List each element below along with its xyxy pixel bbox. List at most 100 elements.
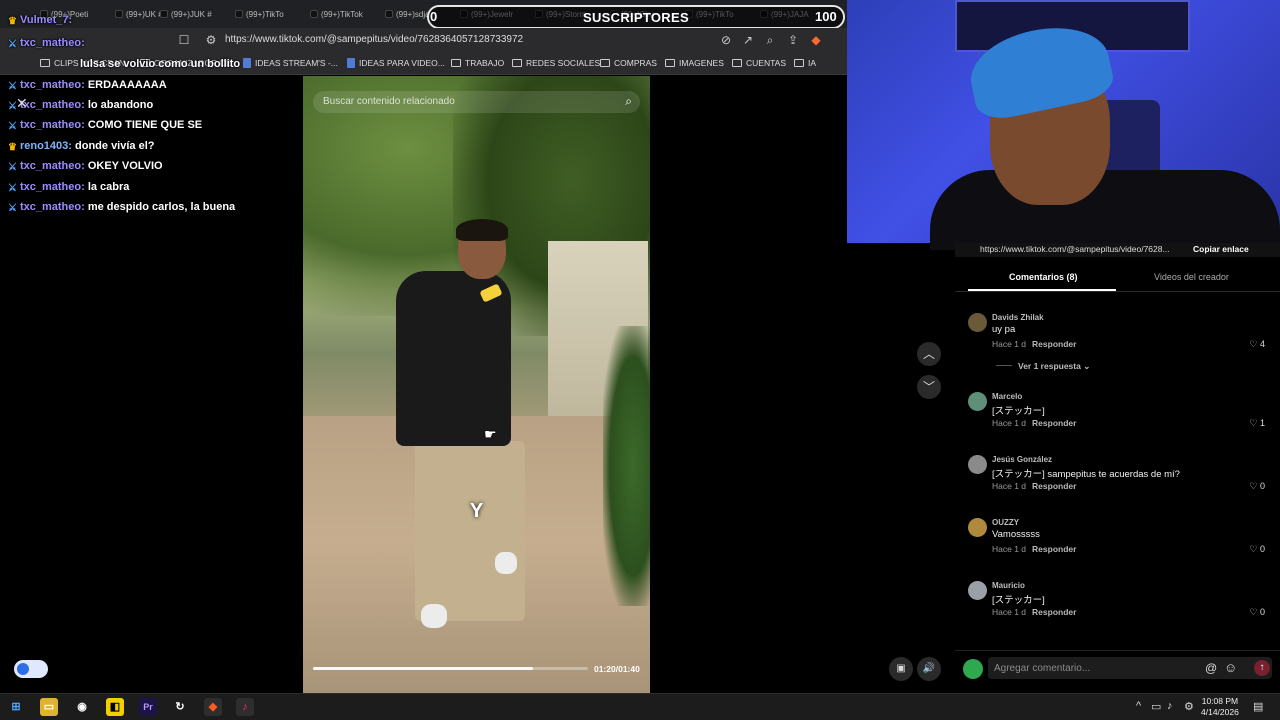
comment-author[interactable]: OUZZY xyxy=(992,518,1019,527)
comment-text: Vamosssss xyxy=(992,529,1040,540)
reply-button[interactable]: Responder xyxy=(1032,481,1076,491)
bookmark-label: IDEAS PARA VIDEO... xyxy=(359,58,445,68)
sub-goal-title: SUSCRIPTORES xyxy=(583,10,689,25)
like-button[interactable]: ♡ 0 xyxy=(1249,544,1265,555)
avatar[interactable] xyxy=(968,455,987,474)
like-button[interactable]: ♡ 0 xyxy=(1249,607,1265,618)
chat-message: ⚔ txc_matheo: OKEY VOLVIO xyxy=(8,160,163,173)
comment-time: Hace 1 d xyxy=(992,607,1027,617)
comment-author[interactable]: Marcelo xyxy=(992,392,1022,401)
browser-tab[interactable]: (99+)JUK # xyxy=(160,6,212,22)
like-button[interactable]: ♡ 4 xyxy=(1249,339,1265,350)
comment-item: Jesús González [ステッカー] sampepitus te acue… xyxy=(968,455,1268,495)
video-player[interactable] xyxy=(303,76,650,693)
tab-comments[interactable]: Comentarios (8) xyxy=(1009,272,1078,282)
bookmark-item[interactable]: IDEAS STREAM'S -... xyxy=(243,58,338,68)
emoji-icon[interactable]: ☺ xyxy=(1224,660,1237,675)
bookmark-label: REDES SOCIALES xyxy=(526,58,601,68)
comment-meta: Hace 1 d Responder xyxy=(992,607,1076,617)
avatar[interactable] xyxy=(968,581,987,600)
url-text[interactable]: https://www.tiktok.com/@sampepitus/video… xyxy=(225,34,523,45)
comment-author[interactable]: Mauricio xyxy=(992,581,1025,590)
browser-tab[interactable]: (99+)TikTok xyxy=(310,6,363,22)
media-icon[interactable]: ⊘ xyxy=(719,33,733,47)
bookmark-item[interactable]: COMPRAS xyxy=(600,58,657,68)
comment-meta: Hace 1 d Responder xyxy=(992,418,1076,428)
copy-link-button[interactable]: Copiar enlace xyxy=(1193,244,1249,254)
reply-button[interactable]: Responder xyxy=(1032,544,1076,554)
folder-icon xyxy=(600,59,610,67)
document-icon xyxy=(243,58,251,68)
video-bush xyxy=(603,326,650,606)
avatar[interactable] xyxy=(968,313,987,332)
browser-tab[interactable]: (99+)UK # xyxy=(115,6,163,22)
tab-creator-videos[interactable]: Videos del creador xyxy=(1154,272,1229,282)
capcut-icon[interactable]: ↻ xyxy=(171,698,189,716)
bookmark-item[interactable]: TRABAJO xyxy=(451,58,504,68)
site-info-icon[interactable]: ⚙ xyxy=(204,33,218,47)
next-video-button[interactable]: ﹀ xyxy=(917,375,941,399)
obs-icon[interactable]: ◉ xyxy=(73,698,91,716)
miniplayer-button[interactable]: ▣ xyxy=(889,657,913,681)
send-comment-button[interactable]: ↑ xyxy=(1254,660,1270,676)
reply-button[interactable]: Responder xyxy=(1032,339,1076,349)
comment-time: Hace 1 d xyxy=(992,339,1027,349)
notifications-icon[interactable]: ▤ xyxy=(1253,700,1263,713)
sticky-notes-icon[interactable]: ◧ xyxy=(106,698,124,716)
avatar[interactable] xyxy=(968,518,987,537)
windows-start-icon[interactable]: ⊞ xyxy=(7,698,25,716)
browser-tab-label: (99+)TikTok xyxy=(321,9,363,19)
taskbar-clock[interactable]: 10:08 PM 4/14/2026 xyxy=(1201,696,1239,718)
bookmark-item[interactable]: CUENTAS xyxy=(732,58,786,68)
like-button[interactable]: ♡ 1 xyxy=(1249,418,1265,429)
zoom-icon[interactable]: ⌕ xyxy=(763,33,777,47)
file-explorer-icon[interactable]: ▭ xyxy=(40,698,58,716)
bookmark-item[interactable]: IA xyxy=(794,58,816,68)
open-external-icon[interactable]: ↗ xyxy=(741,33,755,47)
like-count: 0 xyxy=(1259,544,1265,554)
avatar[interactable] xyxy=(968,392,987,411)
volume-icon[interactable]: ♪ xyxy=(1167,700,1173,712)
reply-button[interactable]: Responder xyxy=(1032,418,1076,428)
view-replies-label: Ver 1 respuesta xyxy=(1018,361,1081,371)
comment-author[interactable]: Davids Zhilak xyxy=(992,313,1044,322)
video-person-hair xyxy=(456,219,508,241)
browser-tab[interactable]: (99+)TikTo xyxy=(235,6,284,22)
premiere-pro-icon[interactable]: Pr xyxy=(139,698,157,716)
bookmark-item[interactable]: REDES SOCIALES xyxy=(512,58,600,68)
reply-button[interactable]: Responder xyxy=(1032,607,1076,617)
tabs-divider xyxy=(955,291,1280,292)
bookmark-icon[interactable]: ☐ xyxy=(177,33,191,47)
sword-icon: ⚔ xyxy=(8,183,17,194)
related-search-input[interactable]: Buscar contenido relacionado ⌕ xyxy=(313,91,640,113)
bookmark-item[interactable]: IDEAS PARA VIDEO... xyxy=(347,58,445,68)
bookmark-item[interactable]: IMAGENES xyxy=(665,58,724,68)
previous-video-button[interactable]: ︿ xyxy=(917,342,941,366)
network-icon[interactable]: ▭ xyxy=(1151,700,1161,713)
chat-username: txc_matheo: xyxy=(19,160,85,172)
like-button[interactable]: ♡ 0 xyxy=(1249,481,1265,492)
share-icon[interactable]: ⇪ xyxy=(786,33,800,47)
share-link-url: https://www.tiktok.com/@sampepitus/video… xyxy=(980,244,1170,254)
volume-button[interactable]: 🔊 xyxy=(917,657,941,681)
chat-message: ⚔ txc_matheo: me despido carlos, la buena xyxy=(8,201,235,214)
mention-icon[interactable]: @ xyxy=(1205,661,1217,675)
chat-status-toggle[interactable] xyxy=(14,660,48,678)
chat-message: ⚔ txc_matheo: xyxy=(8,37,85,50)
chevron-down-icon: ⌄ xyxy=(1083,361,1091,371)
view-replies-button[interactable]: Ver 1 respuesta ⌄ xyxy=(996,361,1090,372)
brave-browser-icon[interactable]: ◆ xyxy=(204,698,222,716)
chevron-up-icon[interactable]: ^ xyxy=(1136,700,1141,712)
tiktok-icon[interactable]: ♪ xyxy=(236,698,254,716)
comment-author[interactable]: Jesús González xyxy=(992,455,1052,464)
settings-icon[interactable]: ⚙ xyxy=(1184,700,1194,713)
folder-icon xyxy=(40,59,50,67)
webcam-person-shirt xyxy=(930,170,1280,250)
close-icon[interactable]: ✕ xyxy=(16,95,28,112)
mouse-cursor-icon: ☛ xyxy=(484,426,497,442)
chat-username: reno1403: xyxy=(19,140,72,152)
chat-message: ⚔ txc_matheo: lo abandono xyxy=(8,99,153,112)
browser-tab[interactable]: (99+)sdja xyxy=(385,6,430,22)
search-icon[interactable]: ⌕ xyxy=(625,94,632,109)
brave-shield-icon[interactable]: ◆ xyxy=(809,33,823,47)
